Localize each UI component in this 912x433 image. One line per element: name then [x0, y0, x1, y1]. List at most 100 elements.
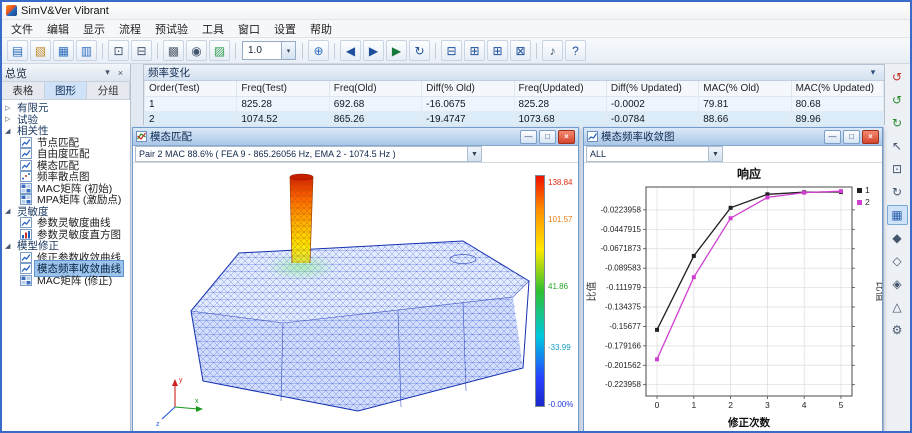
- next-step-icon[interactable]: ▶: [363, 40, 384, 61]
- model-3d-viewport[interactable]: y x z 138.84 101.57 41.86 -33.99 -0.00%: [133, 163, 578, 433]
- svg-text:-0.134375: -0.134375: [605, 303, 642, 312]
- pair-selector[interactable]: Pair 2 MAC 88.6% ( FEA 9 - 865.26056 Hz,…: [135, 146, 482, 162]
- tab-graphics[interactable]: 图形: [44, 82, 88, 99]
- panel-collapse-icon[interactable]: ▾: [866, 67, 880, 78]
- svg-text:1: 1: [691, 400, 696, 410]
- colorbar-label: 101.57: [548, 215, 573, 224]
- toolbar-separator: [302, 42, 303, 59]
- svg-text:0: 0: [655, 400, 660, 410]
- volume-icon[interactable]: ♪: [542, 40, 563, 61]
- sidebar-tree: ▷ 有限元 ▷ 试验 ◢ 相关性 节点匹配 自由度匹配 模态匹配 频率散点图 MAC矩阵 (初始) M…: [2, 100, 130, 431]
- chevron-down-icon[interactable]: ▼: [708, 147, 722, 161]
- col-diff-updated[interactable]: Diff(% Updated): [605, 81, 700, 97]
- curve-icon: [20, 263, 32, 275]
- collapse-arrow-icon[interactable]: ◢: [5, 242, 15, 250]
- freq-table-cell: 1074.52: [236, 111, 330, 127]
- zoom-level-value: 1.0: [248, 45, 262, 56]
- curve-icon: [20, 217, 32, 229]
- window-minimize-icon[interactable]: —: [520, 129, 537, 144]
- svg-text:-0.201562: -0.201562: [605, 361, 642, 370]
- save-all-icon[interactable]: ▥: [76, 40, 97, 61]
- undo-view-icon[interactable]: ↺: [887, 90, 908, 110]
- freq-table-row[interactable]: 2 1074.52 865.26 -19.4747 1073.68 -0.0784 88.6…: [143, 111, 885, 127]
- menu-process[interactable]: 流程: [112, 21, 148, 37]
- layout-tile-horizontal-icon[interactable]: ⊟: [441, 40, 462, 61]
- right-toolbar: ↺ ↺ ↻ ↖ ⊡ ↻ ▦ ◆ ◇ ◈ △ ⚙: [883, 64, 910, 431]
- col-mac-updated[interactable]: MAC(% Updated): [790, 81, 885, 97]
- title-bar[interactable]: SimV&Ver Vibrant: [2, 2, 910, 20]
- window-maximize-icon[interactable]: □: [843, 129, 860, 144]
- convergence-titlebar[interactable]: 模态频率收敛图 — □ ×: [584, 128, 882, 146]
- perspective-icon[interactable]: △: [887, 297, 908, 317]
- hidden-line-icon[interactable]: ◈: [887, 274, 908, 294]
- layout-grid-icon[interactable]: ⊞: [487, 40, 508, 61]
- svg-text:比值: 比值: [874, 282, 882, 302]
- refresh-icon[interactable]: ↻: [409, 40, 430, 61]
- menu-settings[interactable]: 设置: [267, 21, 303, 37]
- mesh-model-canvas[interactable]: y x z: [133, 163, 578, 433]
- zoom-box-icon[interactable]: ⊡: [887, 159, 908, 179]
- dual-display-icon[interactable]: ⊟: [131, 40, 152, 61]
- window-minimize-icon[interactable]: —: [824, 129, 841, 144]
- freq-table-cell: 80.68: [790, 96, 885, 112]
- toolbar-separator: [334, 42, 335, 59]
- dock-options-icon[interactable]: ▾: [101, 67, 114, 78]
- col-diff-old[interactable]: Diff(% Old): [421, 81, 515, 97]
- print-icon[interactable]: ▩: [163, 40, 184, 61]
- save-icon[interactable]: ▦: [53, 40, 74, 61]
- close-icon[interactable]: ×: [114, 68, 127, 78]
- mode-selector[interactable]: ALL ▼: [586, 146, 723, 162]
- freq-table-cell: 1: [143, 96, 238, 112]
- select-icon[interactable]: ↖: [887, 136, 908, 156]
- settings-icon[interactable]: ⚙: [887, 320, 908, 340]
- chevron-down-icon[interactable]: ▼: [467, 147, 481, 161]
- rotate-view-icon[interactable]: ↻: [887, 182, 908, 202]
- menu-tools[interactable]: 工具: [195, 21, 231, 37]
- open-project-icon[interactable]: ▧: [30, 40, 51, 61]
- menu-help[interactable]: 帮助: [303, 21, 339, 37]
- menu-edit[interactable]: 编辑: [40, 21, 76, 37]
- wireframe-display-icon[interactable]: ◇: [887, 251, 908, 271]
- layout-cascade-icon[interactable]: ⊠: [510, 40, 531, 61]
- snapshot-icon[interactable]: ◉: [186, 40, 207, 61]
- help-icon[interactable]: ?: [565, 40, 586, 61]
- prev-step-icon[interactable]: ◀: [340, 40, 361, 61]
- freq-table-row[interactable]: 1 825.28 692.68 -16.0675 825.28 -0.0002 79.81 8…: [143, 96, 885, 112]
- solid-display-icon[interactable]: ◆: [887, 228, 908, 248]
- window-close-icon[interactable]: ×: [558, 129, 575, 144]
- layout-tile-vertical-icon[interactable]: ⊞: [464, 40, 485, 61]
- frequency-panel-header[interactable]: 频率变化 ▾: [144, 65, 884, 81]
- chevron-down-icon[interactable]: ▾: [281, 42, 295, 59]
- window-close-icon[interactable]: ×: [862, 129, 879, 144]
- sidebar-header[interactable]: 总览 ▾ ×: [2, 64, 130, 82]
- menu-display[interactable]: 显示: [76, 21, 112, 37]
- scatter-icon: [20, 171, 32, 183]
- chart-window-icon[interactable]: ▨: [209, 40, 230, 61]
- expand-arrow-icon[interactable]: ▷: [5, 115, 15, 123]
- tree-item[interactable]: MAC矩阵 (修正): [2, 274, 130, 287]
- zoom-level-select[interactable]: 1.0 ▾: [242, 41, 296, 60]
- menu-file[interactable]: 文件: [4, 21, 40, 37]
- reset-view-icon[interactable]: ↺: [887, 67, 908, 87]
- convergence-title: 模态频率收敛图: [601, 131, 675, 143]
- tab-table[interactable]: 表格: [2, 82, 45, 99]
- tab-group[interactable]: 分组: [87, 82, 131, 99]
- run-analysis-icon[interactable]: ▶: [386, 40, 407, 61]
- mesh-display-icon[interactable]: ▦: [886, 205, 908, 225]
- col-order-test[interactable]: Order(Test): [143, 81, 238, 97]
- col-freq-updated[interactable]: Freq(Updated): [513, 81, 607, 97]
- col-freq-test[interactable]: Freq(Test): [236, 81, 330, 97]
- new-project-icon[interactable]: ▤: [7, 40, 28, 61]
- display-window-icon[interactable]: ⊡: [108, 40, 129, 61]
- collapse-arrow-icon[interactable]: ◢: [5, 127, 15, 135]
- fit-view-icon[interactable]: ⊕: [308, 40, 329, 61]
- menu-pretest[interactable]: 预试验: [148, 21, 195, 37]
- menu-window[interactable]: 窗口: [231, 21, 267, 37]
- redo-view-icon[interactable]: ↻: [887, 113, 908, 133]
- window-maximize-icon[interactable]: □: [539, 129, 556, 144]
- expand-arrow-icon[interactable]: ▷: [5, 104, 15, 112]
- col-mac-old[interactable]: MAC(% Old): [698, 81, 792, 97]
- col-freq-old[interactable]: Freq(Old): [328, 81, 423, 97]
- collapse-arrow-icon[interactable]: ◢: [5, 207, 15, 215]
- modal-match-titlebar[interactable]: 模态匹配 — □ ×: [133, 128, 578, 146]
